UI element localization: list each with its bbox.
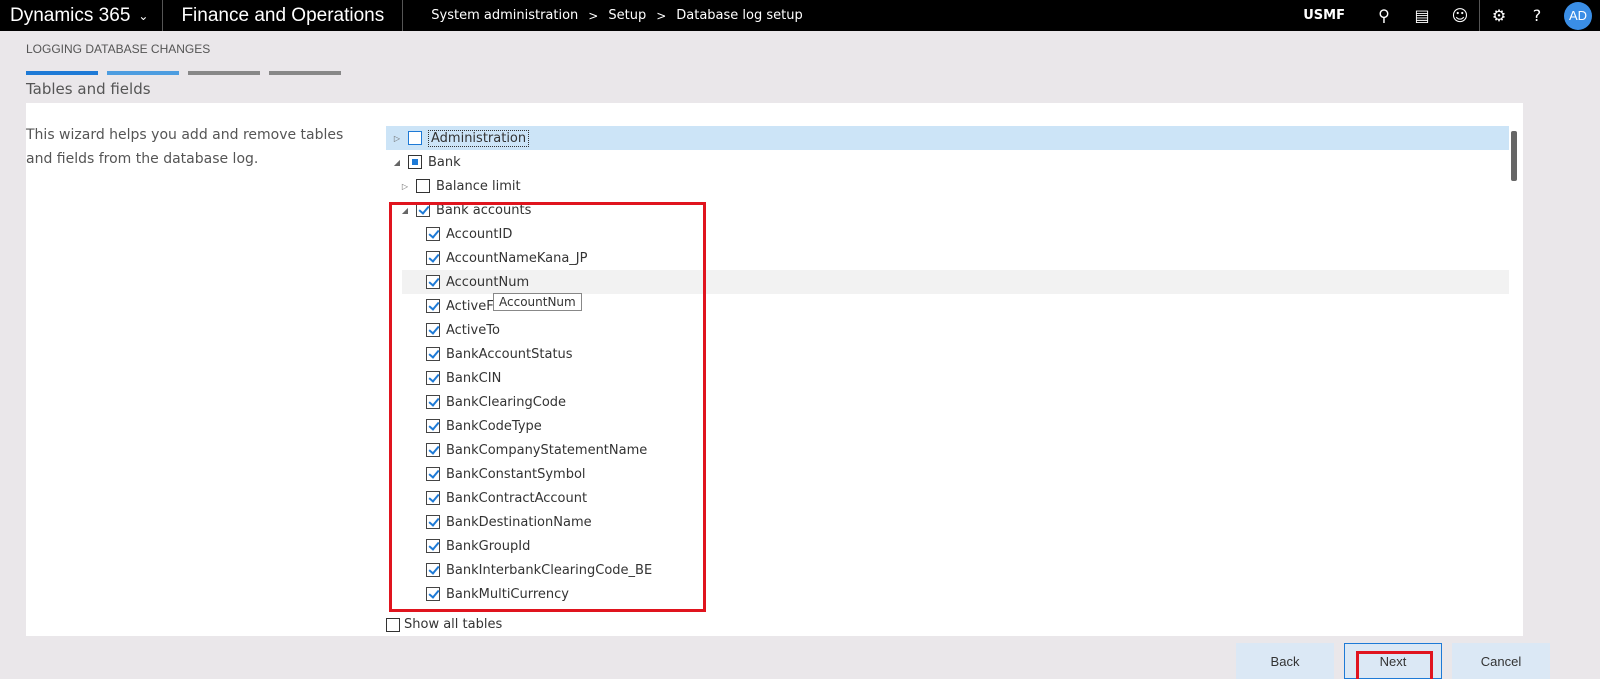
- tree-row-label: BankAccountStatus: [446, 346, 573, 362]
- tree-row-label: ActiveTo: [446, 322, 500, 338]
- module-name[interactable]: Finance and Operations: [163, 0, 404, 31]
- tree-row-label: BankInterbankClearingCode_BE: [446, 562, 653, 578]
- tree-row-field[interactable]: AccountID: [420, 222, 512, 246]
- tree-row-administration[interactable]: ▷ Administration: [386, 126, 1509, 150]
- wizard-step-3: [188, 71, 260, 75]
- cancel-button[interactable]: Cancel: [1452, 643, 1550, 679]
- tree-checkbox[interactable]: [426, 323, 440, 337]
- app-launcher[interactable]: Dynamics 365 ⌄: [0, 0, 164, 31]
- tree-row-label: BankDestinationName: [446, 514, 592, 530]
- wizard-panel: This wizard helps you add and remove tab…: [26, 103, 1523, 636]
- tree-row-field[interactable]: BankMultiCurrency: [420, 582, 569, 606]
- tree-row-field[interactable]: ActiveTo: [420, 318, 500, 342]
- tree-row-label: BankGroupId: [446, 538, 531, 554]
- tree-row-label: AccountNum: [446, 274, 530, 290]
- gear-icon[interactable]: ⚙: [1480, 0, 1518, 31]
- tree-checkbox[interactable]: [426, 539, 440, 553]
- show-all-tables-label: Show all tables: [404, 617, 503, 632]
- tree-row-field[interactable]: BankCIN: [420, 366, 501, 390]
- tree-checkbox[interactable]: [426, 275, 440, 289]
- tree-checkbox[interactable]: [426, 563, 440, 577]
- tree-checkbox[interactable]: [426, 515, 440, 529]
- tree-row-label: AccountNameKana_JP: [446, 250, 588, 266]
- tree-row-field[interactable]: BankContractAccount: [420, 486, 587, 510]
- company-picker[interactable]: USMF: [1303, 8, 1345, 23]
- tree-row-label: BankClearingCode: [446, 394, 567, 410]
- collapse-arrow-icon[interactable]: ◢: [400, 206, 410, 215]
- expand-arrow-icon[interactable]: ▷: [392, 134, 402, 143]
- table-field-tree: ▷ Administration ◢ Bank ▷ Balance limit …: [386, 126, 1509, 606]
- tree-row-field[interactable]: BankCodeType: [420, 414, 542, 438]
- avatar[interactable]: AD: [1564, 1, 1592, 30]
- tree-checkbox[interactable]: [426, 587, 440, 601]
- breadcrumb: System administration > Setup > Database…: [403, 8, 803, 23]
- tree-row-field[interactable]: BankDestinationName: [420, 510, 592, 534]
- tree-row-field[interactable]: BankInterbankClearingCode_BE: [420, 558, 652, 582]
- tree-checkbox[interactable]: [426, 299, 440, 313]
- tree-checkbox[interactable]: [408, 131, 422, 145]
- wizard-progress-steps: [26, 71, 341, 75]
- next-button[interactable]: Next: [1344, 643, 1442, 679]
- breadcrumb-item-setup[interactable]: Setup: [608, 8, 646, 23]
- chevron-right-icon: >: [588, 8, 599, 23]
- tree-row-label: Bank accounts: [436, 202, 532, 218]
- tree-checkbox[interactable]: [426, 347, 440, 361]
- chevron-down-icon: ⌄: [138, 8, 149, 23]
- tree-row-label: Balance limit: [436, 178, 521, 194]
- tree-checkbox[interactable]: [408, 155, 422, 169]
- tree-row-label: AccountID: [446, 226, 513, 242]
- top-navigation-bar: Dynamics 365 ⌄ Finance and Operations Sy…: [0, 0, 1600, 31]
- back-button[interactable]: Back: [1236, 643, 1334, 679]
- tree-checkbox[interactable]: [416, 179, 430, 193]
- breadcrumb-item-database-log-setup[interactable]: Database log setup: [676, 8, 802, 23]
- tree-row-field[interactable]: BankAccountStatus: [420, 342, 573, 366]
- tree-row-label: BankConstantSymbol: [446, 466, 586, 482]
- tree-checkbox[interactable]: [416, 203, 430, 217]
- tree-row-label: Bank: [428, 154, 461, 170]
- tree-row-field[interactable]: BankGroupId: [420, 534, 530, 558]
- wizard-subtitle: Tables and fields: [26, 80, 151, 98]
- tree-row-field[interactable]: AccountNum: [402, 270, 1509, 294]
- app-name: Dynamics 365: [10, 4, 131, 26]
- tree-checkbox[interactable]: [426, 227, 440, 241]
- tree-checkbox[interactable]: [426, 395, 440, 409]
- tree-row-label: BankCIN: [446, 370, 502, 386]
- tree-row-field[interactable]: AccountNameKana_JP: [420, 246, 587, 270]
- expand-arrow-icon[interactable]: ▷: [400, 182, 410, 191]
- tree-row-label: BankCodeType: [446, 418, 542, 434]
- smiley-icon[interactable]: ☺: [1441, 0, 1479, 31]
- help-icon[interactable]: ?: [1518, 0, 1556, 31]
- tree-row-field[interactable]: BankClearingCode: [420, 390, 566, 414]
- wizard-step-4: [269, 71, 341, 75]
- wizard-caption: LOGGING DATABASE CHANGES: [26, 42, 211, 56]
- collapse-arrow-icon[interactable]: ◢: [392, 158, 402, 167]
- tree-row-label: BankContractAccount: [446, 490, 588, 506]
- tooltip: AccountNum: [493, 293, 582, 311]
- tree-checkbox[interactable]: [426, 467, 440, 481]
- tree-checkbox[interactable]: [426, 251, 440, 265]
- tree-checkbox[interactable]: [426, 371, 440, 385]
- tree-row-bank[interactable]: ◢ Bank: [386, 150, 461, 174]
- show-all-tables-toggle[interactable]: Show all tables: [386, 617, 502, 632]
- chevron-right-icon: >: [656, 8, 667, 23]
- tree-scrollbar[interactable]: [1511, 131, 1517, 181]
- tree-row-label: BankMultiCurrency: [446, 586, 569, 602]
- tree-row-label: BankCompanyStatementName: [446, 442, 648, 458]
- breadcrumb-item-system-administration[interactable]: System administration: [431, 8, 578, 23]
- tree-checkbox[interactable]: [426, 443, 440, 457]
- wizard-step-1: [26, 71, 98, 75]
- tree-row-bank-accounts[interactable]: ◢ Bank accounts: [386, 198, 531, 222]
- show-all-tables-checkbox[interactable]: [386, 617, 400, 632]
- wizard-step-2: [107, 71, 179, 75]
- tree-checkbox[interactable]: [426, 491, 440, 505]
- wizard-help-text: This wizard helps you add and remove tab…: [26, 127, 344, 167]
- tree-row-field[interactable]: BankCompanyStatementName: [420, 438, 647, 462]
- tree-row-field[interactable]: BankConstantSymbol: [420, 462, 586, 486]
- tree-row-balance-limit[interactable]: ▷ Balance limit: [386, 174, 521, 198]
- tree-row-label: Administration: [428, 129, 530, 147]
- search-icon[interactable]: ⚲: [1365, 0, 1403, 31]
- tree-checkbox[interactable]: [426, 419, 440, 433]
- message-icon[interactable]: ▤: [1403, 0, 1441, 31]
